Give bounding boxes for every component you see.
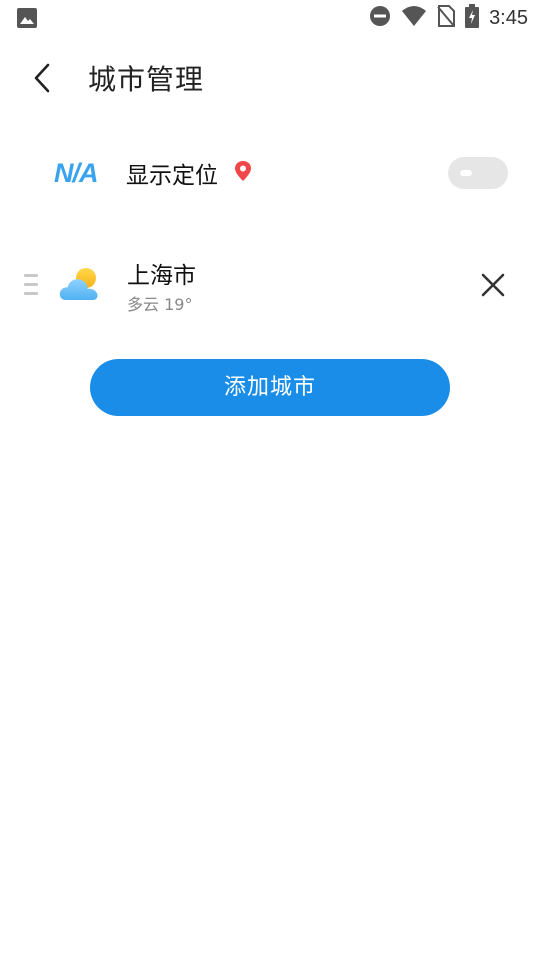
toggle-knob xyxy=(460,170,472,176)
city-name: 上海市 xyxy=(127,263,196,289)
image-icon xyxy=(16,7,38,29)
top-app-bar: 城市管理 xyxy=(0,48,540,108)
drag-handle-icon[interactable] xyxy=(24,274,38,296)
do-not-disturb-icon xyxy=(369,5,391,31)
show-location-label: 显示定位 xyxy=(126,163,218,189)
location-pin-icon xyxy=(233,160,253,182)
city-weather-summary: 多云 19° xyxy=(127,295,193,314)
wifi-icon xyxy=(401,5,427,31)
status-icons: 3:45 xyxy=(369,4,528,32)
remove-city-button[interactable] xyxy=(478,270,508,300)
status-time: 3:45 xyxy=(489,6,528,29)
show-location-toggle[interactable] xyxy=(448,157,508,189)
partly-cloudy-icon xyxy=(58,266,100,304)
location-badge: N/A xyxy=(54,158,98,188)
status-bar: 3:45 xyxy=(0,0,540,36)
close-icon xyxy=(481,273,505,297)
battery-charging-icon xyxy=(465,4,480,32)
add-city-button[interactable]: 添加城市 xyxy=(90,359,450,416)
back-button[interactable] xyxy=(26,60,62,96)
no-sim-icon xyxy=(437,5,456,31)
city-list-item[interactable]: 上海市 多云 19° xyxy=(0,250,540,325)
show-location-row: N/A 显示定位 xyxy=(0,140,540,210)
page-title: 城市管理 xyxy=(88,63,205,96)
back-arrow-icon xyxy=(34,63,50,93)
city-management-screen: 3:45 城市管理 N/A 显示定位 上海市 多云 19° 添加城市 xyxy=(0,0,540,960)
